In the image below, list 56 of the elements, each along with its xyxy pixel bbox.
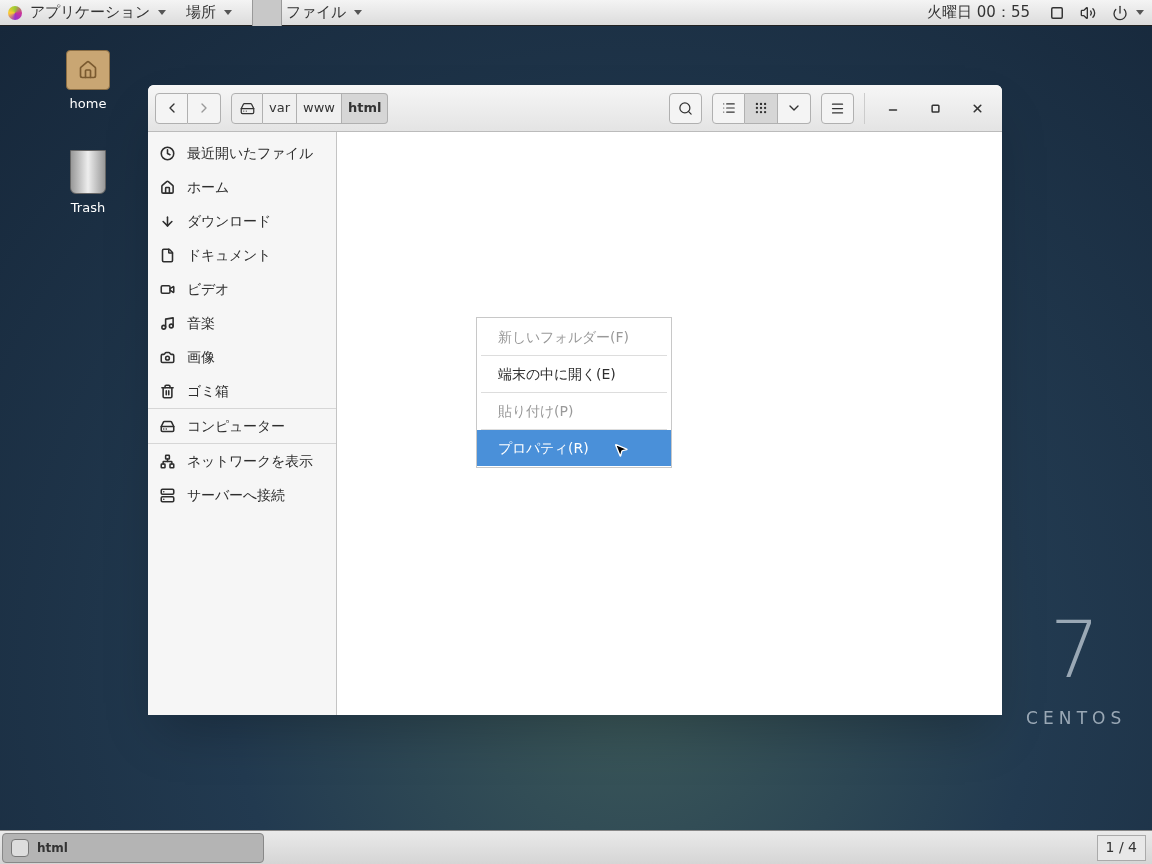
- sidebar-item[interactable]: コンピューター: [148, 409, 336, 443]
- sidebar-item[interactable]: ドキュメント: [148, 238, 336, 272]
- grid-icon: [754, 101, 768, 115]
- house-icon: [78, 60, 98, 80]
- sidebar-item[interactable]: ビデオ: [148, 272, 336, 306]
- camera-icon: [160, 349, 175, 365]
- menu-button[interactable]: [821, 92, 854, 124]
- volume-icon[interactable]: [1080, 4, 1096, 21]
- folder-icon[interactable]: [66, 50, 110, 90]
- list-icon: [721, 101, 736, 115]
- close-icon: [970, 101, 984, 115]
- sidebar-item[interactable]: 最近開いたファイル: [148, 136, 336, 170]
- taskbar-button[interactable]: html: [2, 832, 264, 863]
- path-button[interactable]: www: [297, 92, 342, 124]
- top-menu[interactable]: ファイル: [252, 0, 362, 26]
- menu-item[interactable]: 端末の中に開く(E): [477, 356, 671, 392]
- caret-icon: [354, 10, 362, 15]
- sidebar-item[interactable]: ホーム: [148, 170, 336, 204]
- document-icon: [160, 247, 175, 263]
- sidebar-item[interactable]: ダウンロード: [148, 204, 336, 238]
- mouse-pointer-icon: [613, 442, 629, 458]
- logo-icon: [8, 5, 22, 20]
- trash-icon: [160, 383, 175, 399]
- desktop-icon-label: Trash: [70, 199, 106, 217]
- sidebar-item[interactable]: ゴミ箱: [148, 374, 336, 408]
- path-button[interactable]: html: [341, 92, 389, 124]
- computer-path-button[interactable]: [231, 92, 263, 124]
- server-icon: [160, 487, 175, 503]
- power-icon[interactable]: [1112, 4, 1128, 21]
- caret-icon: [1136, 10, 1144, 15]
- branding-name: CENTOS: [1026, 707, 1127, 730]
- workspace-indicator[interactable]: 1 / 4: [1096, 834, 1146, 861]
- top-menu[interactable]: 場所: [186, 1, 232, 24]
- branding-number: 7: [1050, 611, 1100, 689]
- menu-icon: [830, 100, 845, 116]
- sidebar-item[interactable]: サーバーへ接続: [148, 478, 336, 512]
- sidebar-item[interactable]: 画像: [148, 340, 336, 374]
- caret-icon: [158, 10, 166, 15]
- caret-icon: [224, 10, 232, 15]
- clock: 火曜日 00：55: [927, 2, 1030, 24]
- top-menu[interactable]: アプリケーション: [30, 1, 166, 24]
- house-icon: [160, 179, 175, 195]
- search-button[interactable]: [669, 92, 702, 124]
- screen-icon[interactable]: [1050, 5, 1064, 20]
- grid-view-button[interactable]: [745, 92, 778, 124]
- sidebar-item[interactable]: ネットワークを表示: [148, 444, 336, 478]
- path-button[interactable]: var: [263, 92, 297, 124]
- network-icon: [160, 453, 175, 469]
- clock-icon: [160, 145, 175, 161]
- sidebar-item[interactable]: 音楽: [148, 306, 336, 340]
- music-note-icon: [160, 315, 175, 331]
- search-icon: [678, 100, 693, 116]
- trash-bin-icon[interactable]: [70, 150, 106, 194]
- maximize-icon: [930, 103, 940, 113]
- desktop-icon-label: home: [69, 95, 107, 113]
- down-arrow-icon: [160, 213, 175, 229]
